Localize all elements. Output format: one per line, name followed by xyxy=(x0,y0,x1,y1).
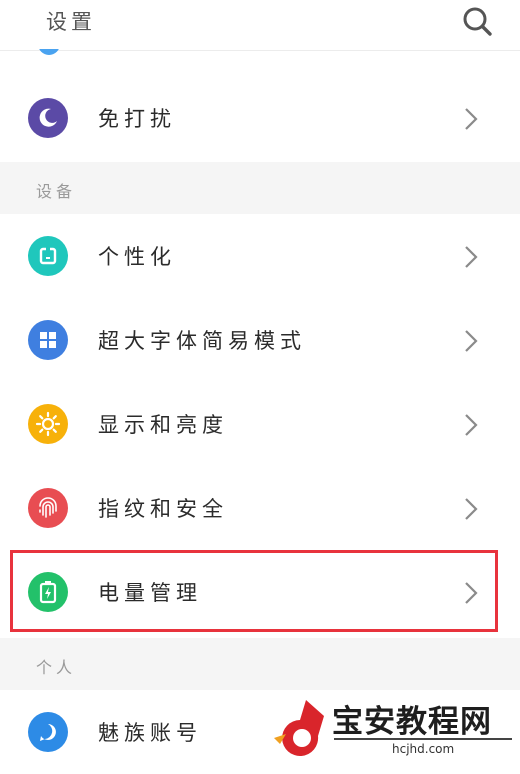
watermark-logo-icon xyxy=(272,698,328,756)
search-icon[interactable] xyxy=(460,4,494,38)
account-icon xyxy=(28,712,68,752)
settings-item-label: 显示和亮度 xyxy=(98,413,228,437)
settings-item-label: 指纹和安全 xyxy=(98,497,228,521)
section-header-personal: 个人 xyxy=(0,638,520,690)
settings-item-dnd[interactable]: 免打扰 xyxy=(0,76,520,160)
chevron-right-icon xyxy=(462,328,480,354)
watermark-url: hcjhd.com xyxy=(392,742,455,756)
chevron-right-icon xyxy=(462,412,480,438)
settings-item-label: 超大字体简易模式 xyxy=(98,329,306,353)
settings-item-personalize[interactable]: 个性化 xyxy=(0,214,520,298)
page-title: 设置 xyxy=(46,10,96,34)
top-bar: 设置 xyxy=(0,0,520,51)
watermark-divider xyxy=(334,738,512,740)
chevron-right-icon xyxy=(462,496,480,522)
moon-icon xyxy=(28,98,68,138)
phone-theme-icon xyxy=(28,236,68,276)
site-watermark: 宝安教程网 hcjhd.com xyxy=(272,690,520,760)
chevron-right-icon xyxy=(462,244,480,270)
sun-icon xyxy=(28,404,68,444)
settings-item-large-font[interactable]: 超大字体简易模式 xyxy=(0,298,520,382)
settings-item-label: 魅族账号 xyxy=(98,721,202,745)
fingerprint-icon xyxy=(28,488,68,528)
settings-item-display[interactable]: 显示和亮度 xyxy=(0,382,520,466)
settings-item-label: 免打扰 xyxy=(98,107,176,131)
section-title: 个人 xyxy=(36,658,77,677)
highlight-box xyxy=(10,550,498,632)
section-header-device: 设备 xyxy=(0,162,520,214)
watermark-title: 宝安教程网 xyxy=(332,704,492,740)
section-title: 设备 xyxy=(36,182,77,201)
settings-item-fingerprint[interactable]: 指纹和安全 xyxy=(0,466,520,550)
partial-item-icon xyxy=(38,49,60,55)
grid-icon xyxy=(28,320,68,360)
settings-item-label: 个性化 xyxy=(98,245,176,269)
chevron-right-icon xyxy=(462,106,480,132)
